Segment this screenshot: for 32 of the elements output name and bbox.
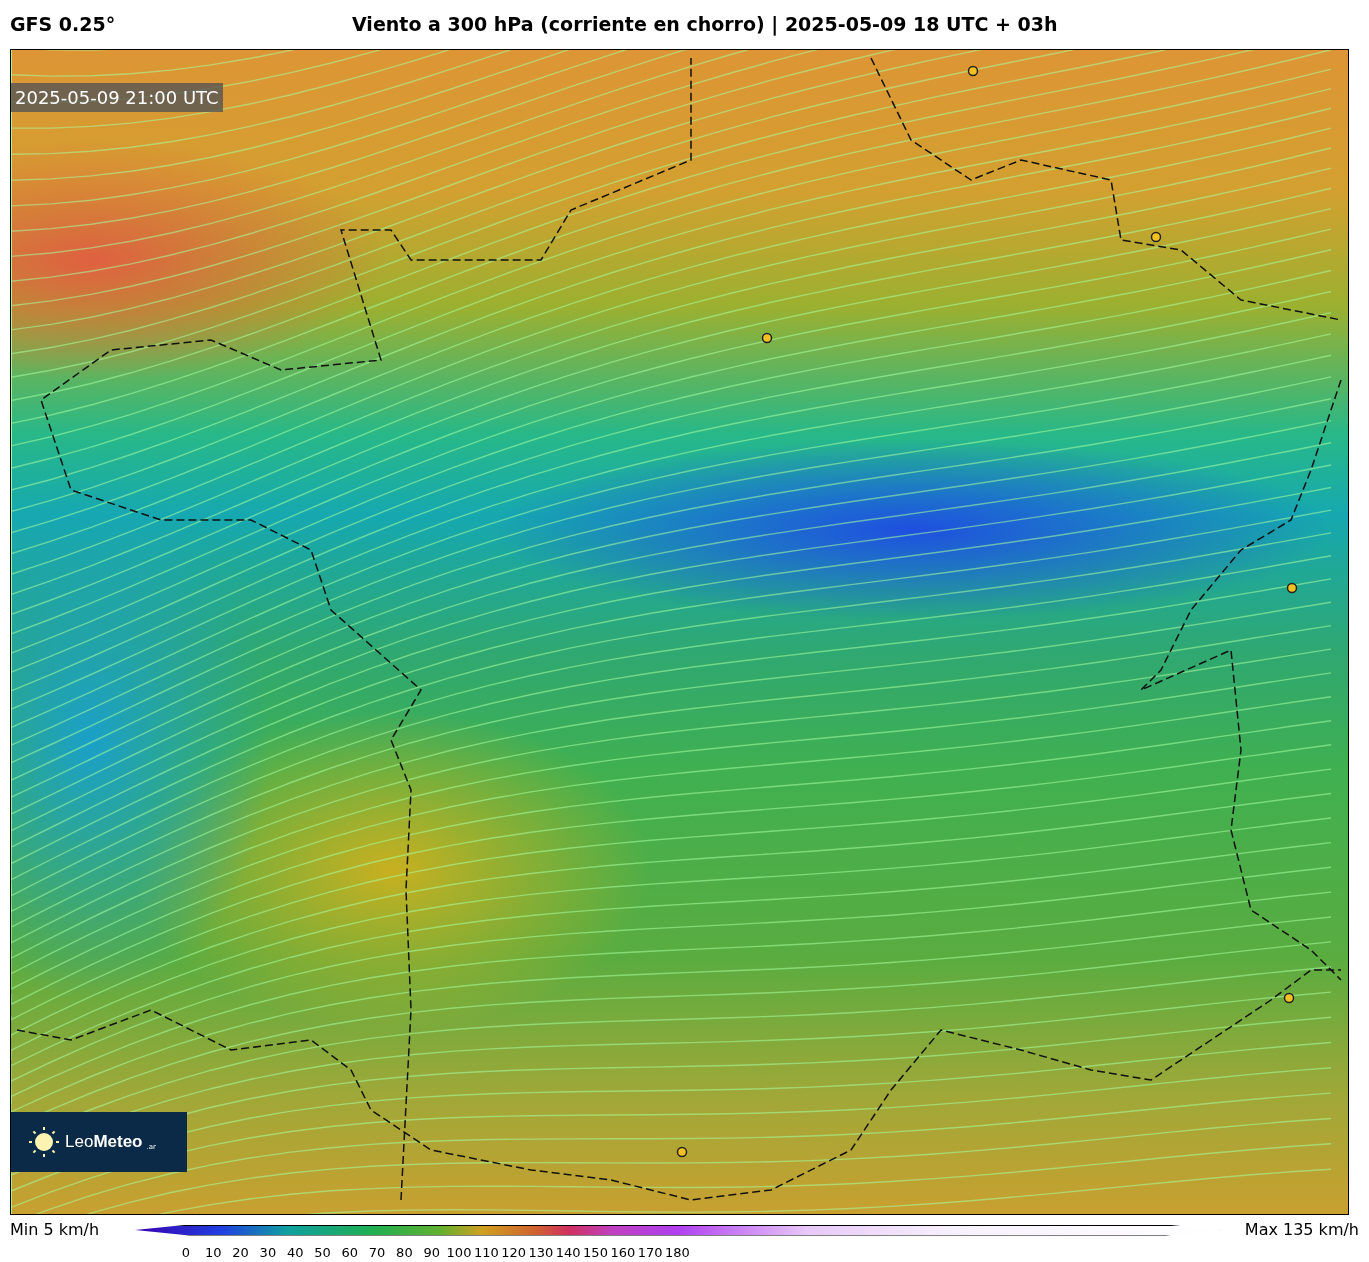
colorbar-tick-label: 70 <box>368 1245 386 1261</box>
chart-title: Viento a 300 hPa (corriente en chorro) | 2025-05-09 18 UTC + 03h <box>352 12 1058 38</box>
city-marker <box>967 65 979 77</box>
sun-icon <box>27 1125 61 1159</box>
colorbar-tick-label: 40 <box>286 1245 304 1261</box>
colorbar-tick-label: 0 <box>181 1245 191 1261</box>
colorbar-tick-label: 130 <box>528 1245 554 1261</box>
colorbar-tick-label: 140 <box>555 1245 581 1261</box>
colorbar-tick-label: 80 <box>396 1245 413 1261</box>
colorbar-tick-label: 110 <box>473 1245 499 1261</box>
city-marker <box>1286 582 1298 594</box>
timestamp-label: 2025-05-09 21:00 UTC <box>11 83 223 112</box>
colorbar-tick-label: 90 <box>423 1245 440 1261</box>
colorbar-tick-label: 50 <box>314 1245 331 1261</box>
colorbar-tick-label: 10 <box>205 1245 222 1261</box>
colorbar-tick-label: 30 <box>259 1245 277 1261</box>
colorbar-tick-label: 150 <box>583 1245 608 1261</box>
colorbar-tick-label: 120 <box>501 1245 526 1261</box>
min-label: Min 5 km/h <box>10 1219 101 1241</box>
city-marker <box>1283 992 1295 1004</box>
colorbar-tick-label: 20 <box>232 1245 249 1261</box>
colorbar-tick-label: 170 <box>637 1245 663 1261</box>
colorbar-tick-label: 160 <box>610 1245 636 1261</box>
city-marker <box>676 1146 688 1158</box>
colorbar-tick-label: 60 <box>341 1245 359 1261</box>
model-label: GFS 0.25° <box>10 12 117 38</box>
city-marker <box>761 332 773 344</box>
colorbar-tick-label: 100 <box>446 1245 472 1261</box>
colorbar-tick-label: 180 <box>665 1245 690 1261</box>
logo-text: LeoMeteo <box>65 1131 143 1154</box>
max-label: Max 135 km/h <box>1244 1219 1359 1241</box>
city-marker <box>1150 231 1162 243</box>
